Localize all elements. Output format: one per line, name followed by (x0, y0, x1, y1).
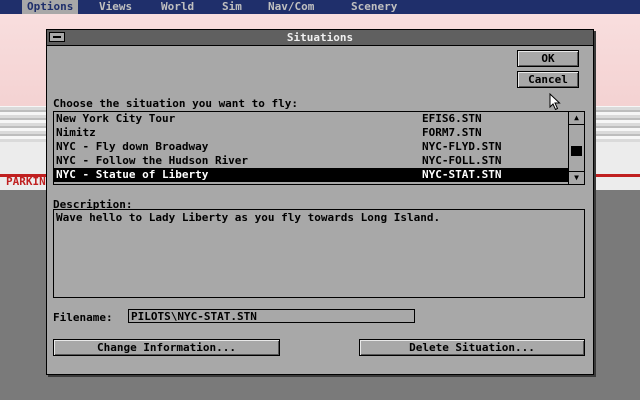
menu-options[interactable]: Options (22, 0, 79, 14)
list-scrollbar[interactable]: ▲ ▼ (568, 112, 584, 184)
situation-file: FORM7.STN (422, 126, 482, 139)
situation-file: EFIS6.STN (422, 112, 482, 125)
situation-list[interactable]: New York City Tour EFIS6.STN Nimitz FORM… (53, 111, 585, 185)
list-item[interactable]: New York City Tour EFIS6.STN (54, 112, 569, 126)
situation-name: New York City Tour (56, 112, 176, 125)
menu-world[interactable]: World (161, 0, 194, 14)
menu-scenery[interactable]: Scenery (351, 0, 397, 14)
list-item[interactable]: Nimitz FORM7.STN (54, 126, 569, 140)
mouse-pointer-icon (549, 93, 561, 111)
list-item-selected[interactable]: NYC - Statue of Liberty NYC-STAT.STN (54, 168, 569, 182)
situation-name: NYC - Statue of Liberty (56, 168, 209, 181)
delete-situation-label: Delete Situation... (409, 341, 535, 354)
dialog-titlebar: Situations (47, 30, 593, 46)
menu-bar: Options Views World Sim Nav/Com Scenery (0, 0, 640, 14)
choose-situation-label: Choose the situation you want to fly: (53, 97, 299, 110)
situation-file: NYC-FLYD.STN (422, 140, 502, 153)
parking-label: PARKIN (6, 175, 46, 188)
change-information-label: Change Information... (96, 341, 237, 354)
scroll-down-arrow-icon[interactable]: ▼ (569, 171, 584, 184)
scroll-thumb[interactable] (571, 146, 582, 156)
cancel-label: Cancel (528, 73, 568, 86)
situations-dialog: Situations OK Cancel Choose the situatio… (46, 29, 594, 375)
situation-list-rows: New York City Tour EFIS6.STN Nimitz FORM… (54, 112, 569, 184)
menu-views[interactable]: Views (99, 0, 132, 14)
situation-name: NYC - Follow the Hudson River (56, 154, 249, 167)
scroll-up-arrow-icon[interactable]: ▲ (569, 112, 584, 125)
menu-sim[interactable]: Sim (222, 0, 242, 14)
situation-file: NYC-STAT.STN (422, 168, 502, 181)
change-information-button[interactable]: Change Information... (53, 339, 280, 356)
situation-name: Nimitz (56, 126, 96, 139)
ok-button[interactable]: OK (517, 50, 579, 67)
dialog-title: Situations (286, 31, 354, 44)
menu-navcom[interactable]: Nav/Com (268, 0, 314, 14)
cancel-button[interactable]: Cancel (517, 71, 579, 88)
ok-label: OK (541, 52, 555, 65)
situation-name: NYC - Fly down Broadway (56, 140, 209, 153)
list-item[interactable]: NYC - Follow the Hudson River NYC-FOLL.S… (54, 154, 569, 168)
delete-situation-button[interactable]: Delete Situation... (359, 339, 585, 356)
filename-input[interactable] (128, 309, 415, 323)
list-item[interactable]: NYC - Fly down Broadway NYC-FLYD.STN (54, 140, 569, 154)
description-box[interactable]: Wave hello to Lady Liberty as you fly to… (53, 209, 585, 298)
situation-file: NYC-FOLL.STN (422, 154, 502, 167)
filename-label: Filename: (53, 311, 113, 324)
